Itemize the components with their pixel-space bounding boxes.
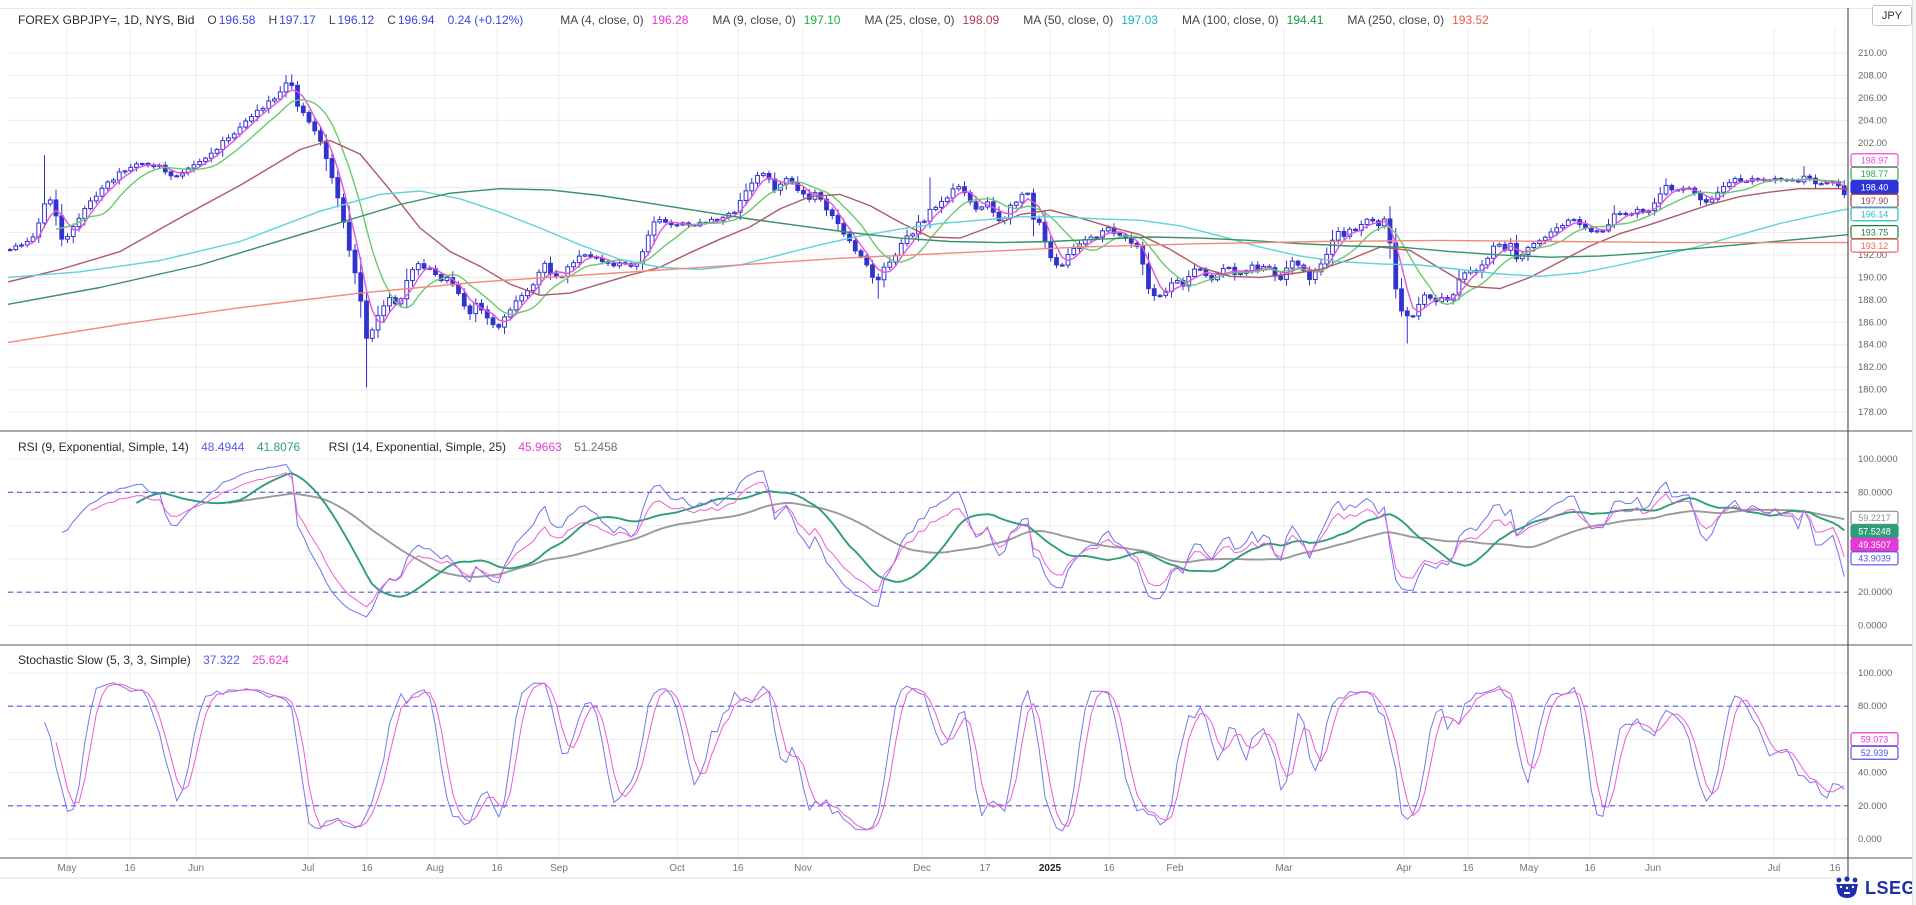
vertical-scrollbar[interactable] (1912, 0, 1916, 905)
svg-text:20.000: 20.000 (1858, 801, 1887, 812)
svg-text:49.3507: 49.3507 (1858, 540, 1891, 550)
stochastic-axis[interactable]: 100.00080.00060.00040.00020.0000.00059.0… (1851, 668, 1898, 845)
svg-text:188.00: 188.00 (1858, 295, 1887, 306)
svg-text:59.073: 59.073 (1861, 734, 1889, 744)
price-tag: 193.12 (1851, 239, 1898, 252)
svg-text:43.9039: 43.9039 (1858, 554, 1891, 564)
price-tag: 193.75 (1851, 226, 1898, 239)
svg-text:182.00: 182.00 (1858, 362, 1887, 373)
svg-text:193.12: 193.12 (1861, 241, 1889, 251)
price-tag: 59.073 (1851, 733, 1898, 746)
time-axis-label: 16 (732, 863, 744, 874)
lseg-crest-icon (1834, 876, 1860, 900)
stochastic-panel-header: Stochastic Slow (5, 3, 3, Simple) 37.322… (18, 653, 298, 667)
svg-text:178.00: 178.00 (1858, 407, 1887, 418)
svg-text:57.5248: 57.5248 (1858, 527, 1891, 537)
stochastic-value-k: 37.322 (203, 653, 240, 667)
candlestick-series (8, 74, 1846, 387)
rsi-title-2: RSI (14, Exponential, Simple, 25) (329, 440, 506, 454)
time-axis-label: May (58, 863, 77, 874)
rsi-value-2: 41.8076 (257, 440, 300, 454)
time-axis-label: Jun (188, 863, 204, 874)
svg-text:40.000: 40.000 (1858, 768, 1887, 779)
stochastic-title: Stochastic Slow (5, 3, 3, Simple) (18, 653, 191, 667)
price-tag: 49.3507 (1851, 538, 1898, 551)
time-axis-label: Sep (550, 863, 568, 874)
svg-text:100.000: 100.000 (1858, 668, 1892, 679)
time-axis-label: Dec (913, 863, 931, 874)
time-axis-label: Jun (1645, 863, 1661, 874)
svg-text:204.00: 204.00 (1858, 115, 1887, 126)
time-axis-label: 16 (361, 863, 373, 874)
svg-text:198.97: 198.97 (1861, 155, 1889, 165)
time-axis-label: Mar (1275, 863, 1293, 874)
svg-text:198.40: 198.40 (1861, 182, 1889, 192)
time-axis-label: Nov (794, 863, 812, 874)
svg-text:59.2217: 59.2217 (1858, 513, 1891, 523)
time-axis-label: 17 (979, 863, 991, 874)
svg-text:0.000: 0.000 (1858, 834, 1882, 845)
price-tag: 57.5248 (1851, 525, 1898, 538)
svg-text:80.000: 80.000 (1858, 701, 1887, 712)
rsi-value-4: 51.2458 (574, 440, 617, 454)
threshold-lines (8, 492, 1848, 806)
svg-text:184.00: 184.00 (1858, 340, 1887, 351)
time-axis-label: 16 (1829, 863, 1841, 874)
svg-text:210.00: 210.00 (1858, 48, 1887, 59)
time-axis-label: 16 (1103, 863, 1115, 874)
svg-text:202.00: 202.00 (1858, 138, 1887, 149)
time-axis-label: Jul (1768, 863, 1781, 874)
svg-text:190.00: 190.00 (1858, 272, 1887, 283)
lseg-logo: LSEG (1834, 876, 1916, 900)
svg-text:100.0000: 100.0000 (1858, 454, 1898, 465)
svg-text:52.939: 52.939 (1861, 748, 1889, 758)
rsi-title: RSI (9, Exponential, Simple, 14) (18, 440, 189, 454)
rsi-value-1: 48.4944 (201, 440, 244, 454)
price-tag: 198.97 (1851, 154, 1898, 167)
svg-text:20.0000: 20.0000 (1858, 587, 1892, 598)
price-axis[interactable]: 210.00208.00206.00204.00202.00200.00198.… (1851, 48, 1898, 418)
time-axis-label: 16 (124, 863, 136, 874)
svg-text:198.77: 198.77 (1861, 169, 1889, 179)
time-axis-label: Feb (1166, 863, 1184, 874)
price-tag: 196.14 (1851, 208, 1898, 221)
stochastic-lines (45, 683, 1845, 831)
svg-text:193.75: 193.75 (1861, 227, 1889, 237)
svg-text:196.14: 196.14 (1861, 209, 1889, 219)
time-axis-label: Apr (1396, 863, 1412, 874)
price-tag: 52.939 (1851, 746, 1898, 759)
svg-text:197.90: 197.90 (1861, 196, 1889, 206)
rsi-value-3: 45.9663 (518, 440, 561, 454)
svg-text:0.0000: 0.0000 (1858, 621, 1887, 632)
price-tag: 43.9039 (1851, 552, 1898, 565)
rsi-lines (62, 464, 1845, 617)
time-axis-label: 16 (491, 863, 503, 874)
rsi-axis[interactable]: 100.000080.000060.000040.000020.00000.00… (1851, 454, 1898, 632)
price-tag: 198.40 (1851, 181, 1898, 194)
time-axis[interactable]: May 16 Jun Jul 16 Aug 16 Sep Oct 16 Nov Dec 17 2025 16… (58, 863, 1841, 874)
price-tag: 197.90 (1851, 194, 1898, 207)
price-tag: 198.77 (1851, 167, 1898, 180)
svg-text:208.00: 208.00 (1858, 70, 1887, 81)
lseg-wordmark: LSEG (1865, 878, 1916, 899)
price-tag: 59.2217 (1851, 511, 1898, 524)
time-axis-label: 2025 (1039, 863, 1062, 874)
chart-application: FOREX GBPJPY=, 1D, NYS, Bid O196.58 H197… (0, 0, 1916, 905)
time-axis-label: Oct (669, 863, 685, 874)
time-axis-label: May (1520, 863, 1539, 874)
time-axis-label: 16 (1584, 863, 1596, 874)
svg-text:180.00: 180.00 (1858, 385, 1887, 396)
time-axis-label: Aug (426, 863, 444, 874)
svg-text:206.00: 206.00 (1858, 93, 1887, 104)
time-axis-label: Jul (302, 863, 315, 874)
stochastic-value-d: 25.624 (252, 653, 289, 667)
svg-text:80.0000: 80.0000 (1858, 487, 1892, 498)
svg-text:186.00: 186.00 (1858, 317, 1887, 328)
rsi-panel-header: RSI (9, Exponential, Simple, 14) 48.4944… (18, 440, 626, 454)
time-axis-label: 16 (1462, 863, 1474, 874)
